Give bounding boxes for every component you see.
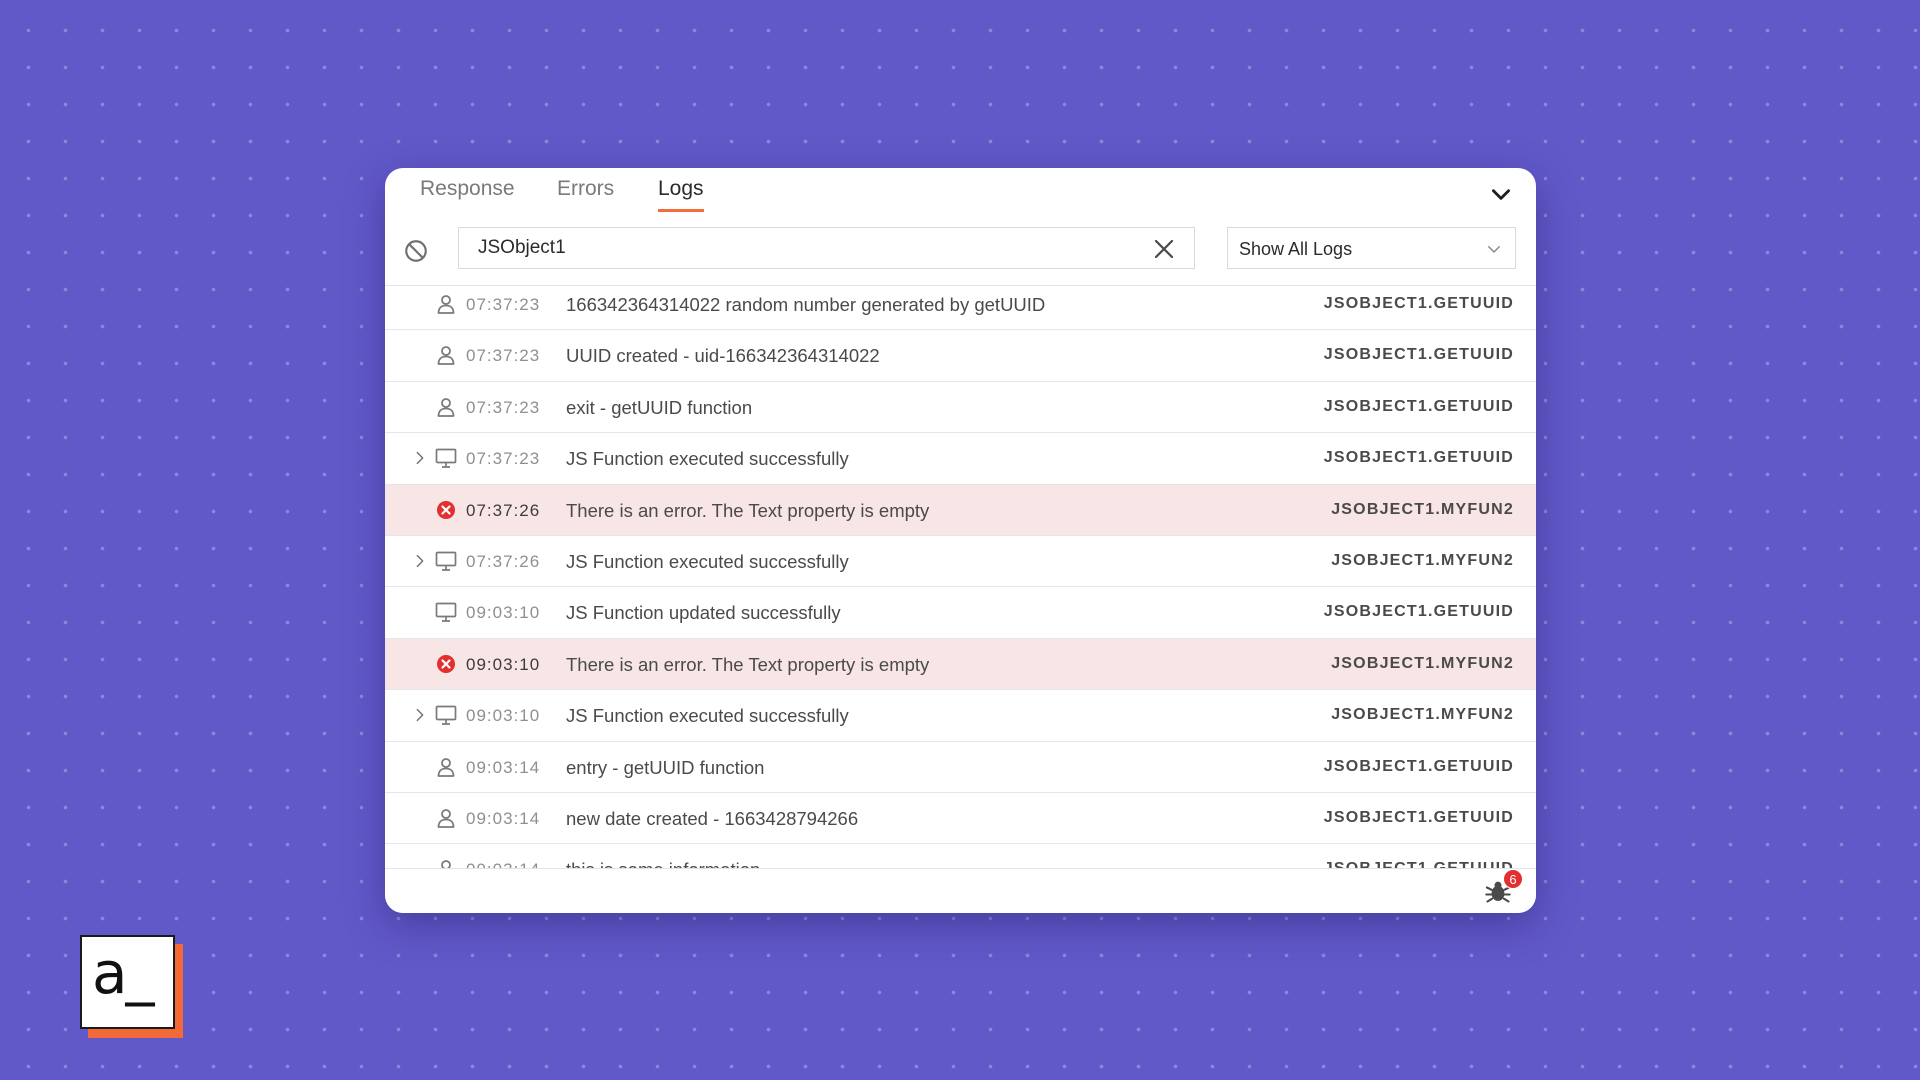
- monitor-icon: [434, 446, 458, 470]
- log-filter-select[interactable]: Show All Logs: [1227, 227, 1516, 269]
- tab-logs[interactable]: Logs: [658, 177, 704, 212]
- log-row[interactable]: 09:03:10 JS Function executed successfull…: [385, 690, 1536, 742]
- log-row[interactable]: 07:37:26 JS Function executed successfull…: [385, 536, 1536, 588]
- chevron-down-icon: [1488, 246, 1500, 253]
- user-icon: [434, 806, 458, 830]
- panel-footer: 6: [385, 868, 1536, 913]
- chevron-right-icon[interactable]: [412, 553, 428, 569]
- chevron-right-icon[interactable]: [412, 450, 428, 466]
- log-message: JS Function updated successfully: [566, 602, 841, 624]
- error-icon: [434, 652, 458, 676]
- log-message: exit - getUUID function: [566, 396, 753, 418]
- debugger-panel: Response Errors Logs Show All Logs 07:37…: [385, 168, 1536, 913]
- logo-text: a_: [92, 939, 155, 1007]
- log-row[interactable]: 07:37:23 JS Function executed successfull…: [385, 433, 1536, 485]
- log-row: 07:37:26 There is an error. The Text prop…: [385, 484, 1536, 536]
- chevron-down-icon[interactable]: [1488, 181, 1514, 207]
- monitor-icon: [434, 549, 458, 573]
- filter-bar: Show All Logs: [385, 222, 1536, 286]
- log-message: JS Function executed successfully: [566, 550, 849, 572]
- user-icon: [434, 755, 458, 779]
- log-row: 09:03:14 this is some information JSOBJECT…: [385, 844, 1536, 870]
- log-message: 166342364314022 random number generated …: [566, 294, 1046, 315]
- log-message: JS Function executed successfully: [566, 705, 849, 727]
- log-source[interactable]: JSOBJECT1.GETUUID: [1324, 809, 1514, 827]
- user-icon: [434, 292, 458, 316]
- log-source[interactable]: JSOBJECT1.MYFUN2: [1331, 655, 1514, 673]
- log-source[interactable]: JSOBJECT1.MYFUN2: [1331, 501, 1514, 519]
- log-source[interactable]: JSOBJECT1.MYFUN2: [1331, 552, 1514, 570]
- log-row: 07:37:23 exit - getUUID function JSOBJECT1…: [385, 382, 1536, 434]
- log-row: 07:37:23 UUID created - uid-1663423643140…: [385, 330, 1536, 382]
- log-filter-select-value: Show All Logs: [1239, 239, 1353, 259]
- log-message: JS Function executed successfully: [566, 448, 849, 470]
- log-time: 07:37:26: [466, 551, 541, 571]
- log-time: 09:03:10: [466, 654, 541, 674]
- log-source[interactable]: JSOBJECT1.GETUUID: [1324, 603, 1514, 621]
- user-icon: [434, 395, 458, 419]
- tab-bar: Response Errors Logs: [385, 168, 1536, 218]
- log-time: 09:03:10: [466, 706, 541, 726]
- log-source[interactable]: JSOBJECT1.MYFUN2: [1331, 706, 1514, 724]
- chevron-right-icon[interactable]: [412, 707, 428, 723]
- log-source[interactable]: JSOBJECT1.GETUUID: [1324, 295, 1514, 313]
- user-icon: [434, 343, 458, 367]
- log-message: new date created - 1663428794266: [566, 807, 859, 829]
- log-time: 09:03:14: [466, 757, 541, 777]
- log-row: 07:37:23 166342364314022 random number ge…: [385, 279, 1536, 331]
- log-row: 09:03:14 new date created - 1663428794266…: [385, 793, 1536, 845]
- log-time: 09:03:14: [466, 808, 541, 828]
- monitor-icon: [434, 703, 458, 727]
- log-message: UUID created - uid-166342364314022: [566, 345, 880, 367]
- log-message: There is an error. The Text property is …: [566, 499, 930, 521]
- log-time: 07:37:23: [466, 346, 541, 366]
- clear-logs-icon[interactable]: [403, 238, 429, 264]
- log-row: 09:03:14 entry - getUUID function JSOBJECT…: [385, 742, 1536, 793]
- logo-box: a_: [80, 935, 175, 1029]
- log-time: 07:37:26: [466, 500, 541, 520]
- log-row: 09:03:10 There is an error. The Text prop…: [385, 638, 1536, 691]
- log-time: 07:37:23: [466, 295, 541, 314]
- log-source[interactable]: JSOBJECT1.GETUUID: [1324, 449, 1514, 467]
- log-row: 09:03:10 JS Function updated successfully…: [385, 587, 1536, 639]
- log-list[interactable]: 07:37:23 166342364314022 random number ge…: [385, 279, 1536, 870]
- search-box: [458, 227, 1195, 269]
- monitor-icon: [434, 600, 458, 624]
- log-source[interactable]: JSOBJECT1.GETUUID: [1324, 346, 1514, 364]
- error-icon: [434, 498, 458, 522]
- log-time: 09:03:10: [466, 603, 541, 623]
- search-input[interactable]: [459, 228, 1139, 268]
- tab-errors[interactable]: Errors: [557, 177, 614, 209]
- log-time: 07:37:23: [466, 449, 541, 469]
- appsmith-logo: a_: [80, 935, 183, 1038]
- bug-badge: 6: [1503, 869, 1523, 889]
- log-message: entry - getUUID function: [566, 756, 765, 778]
- log-message: There is an error. The Text property is …: [566, 653, 930, 675]
- close-icon[interactable]: [1152, 237, 1176, 261]
- log-time: 07:37:23: [466, 397, 541, 417]
- tab-response[interactable]: Response: [420, 177, 515, 209]
- log-source[interactable]: JSOBJECT1.GETUUID: [1324, 398, 1514, 416]
- log-source[interactable]: JSOBJECT1.GETUUID: [1324, 758, 1514, 776]
